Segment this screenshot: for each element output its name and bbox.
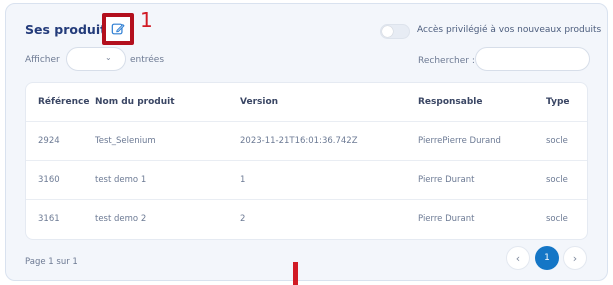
cell-reference: 3160 bbox=[38, 175, 60, 185]
entries-select[interactable]: ⌄ bbox=[66, 47, 126, 71]
table-row[interactable]: 2924 Test_Selenium 2023-11-21T16:01:36.7… bbox=[26, 122, 587, 161]
search-label: Rechercher : bbox=[418, 56, 475, 66]
table-row[interactable]: 3161 test demo 2 2 Pierre Durant socle bbox=[26, 200, 587, 239]
column-header-version[interactable]: Version bbox=[240, 97, 278, 107]
column-header-type[interactable]: Type bbox=[546, 97, 569, 107]
cell-type: socle bbox=[546, 136, 568, 146]
privileged-access-label: Accès privilégié à vos nouveaux produits bbox=[417, 25, 602, 35]
toggle-knob bbox=[382, 26, 393, 37]
products-table: Référence Nom du produit Version Respons… bbox=[25, 82, 588, 240]
products-card: Ses produits Accès privilégié à vos nouv… bbox=[5, 3, 608, 281]
table-header-row: Référence Nom du produit Version Respons… bbox=[26, 83, 587, 122]
cell-version: 2023-11-21T16:01:36.742Z bbox=[240, 136, 358, 146]
page-title: Ses produits bbox=[25, 22, 114, 37]
cell-owner: Pierre Durant bbox=[418, 175, 475, 185]
cell-owner: PierrePierre Durand bbox=[418, 136, 501, 146]
cell-product-name: test demo 2 bbox=[95, 214, 147, 224]
cell-version: 2 bbox=[240, 214, 246, 224]
cell-product-name: Test_Selenium bbox=[95, 136, 156, 146]
entries-label: entrées bbox=[130, 55, 165, 65]
edit-button[interactable] bbox=[102, 13, 134, 45]
previous-page-button[interactable]: ‹ bbox=[506, 246, 530, 270]
cell-type: socle bbox=[546, 175, 568, 185]
annotation-number: 1 bbox=[140, 8, 153, 32]
edit-icon bbox=[111, 23, 125, 35]
pagination-info: Page 1 sur 1 bbox=[25, 257, 78, 267]
cell-owner: Pierre Durant bbox=[418, 214, 475, 224]
cell-type: socle bbox=[546, 214, 568, 224]
column-header-product-name[interactable]: Nom du produit bbox=[95, 97, 175, 107]
search-input[interactable] bbox=[475, 47, 590, 71]
table-row[interactable]: 3160 test demo 1 1 Pierre Durant socle bbox=[26, 161, 587, 200]
page-1-button[interactable]: 1 bbox=[535, 246, 559, 270]
next-page-button[interactable]: › bbox=[563, 246, 587, 270]
privileged-access-toggle[interactable] bbox=[380, 24, 410, 39]
cell-product-name: test demo 1 bbox=[95, 175, 147, 185]
cell-reference: 2924 bbox=[38, 136, 60, 146]
chevron-left-icon: ‹ bbox=[515, 251, 521, 265]
show-label: Afficher bbox=[25, 55, 60, 65]
annotation-marker bbox=[293, 262, 298, 285]
cell-reference: 3161 bbox=[38, 214, 60, 224]
cell-version: 1 bbox=[240, 175, 246, 185]
chevron-down-icon: ⌄ bbox=[105, 53, 112, 62]
column-header-owner[interactable]: Responsable bbox=[418, 97, 483, 107]
column-header-reference[interactable]: Référence bbox=[38, 97, 89, 107]
chevron-right-icon: › bbox=[572, 251, 578, 265]
